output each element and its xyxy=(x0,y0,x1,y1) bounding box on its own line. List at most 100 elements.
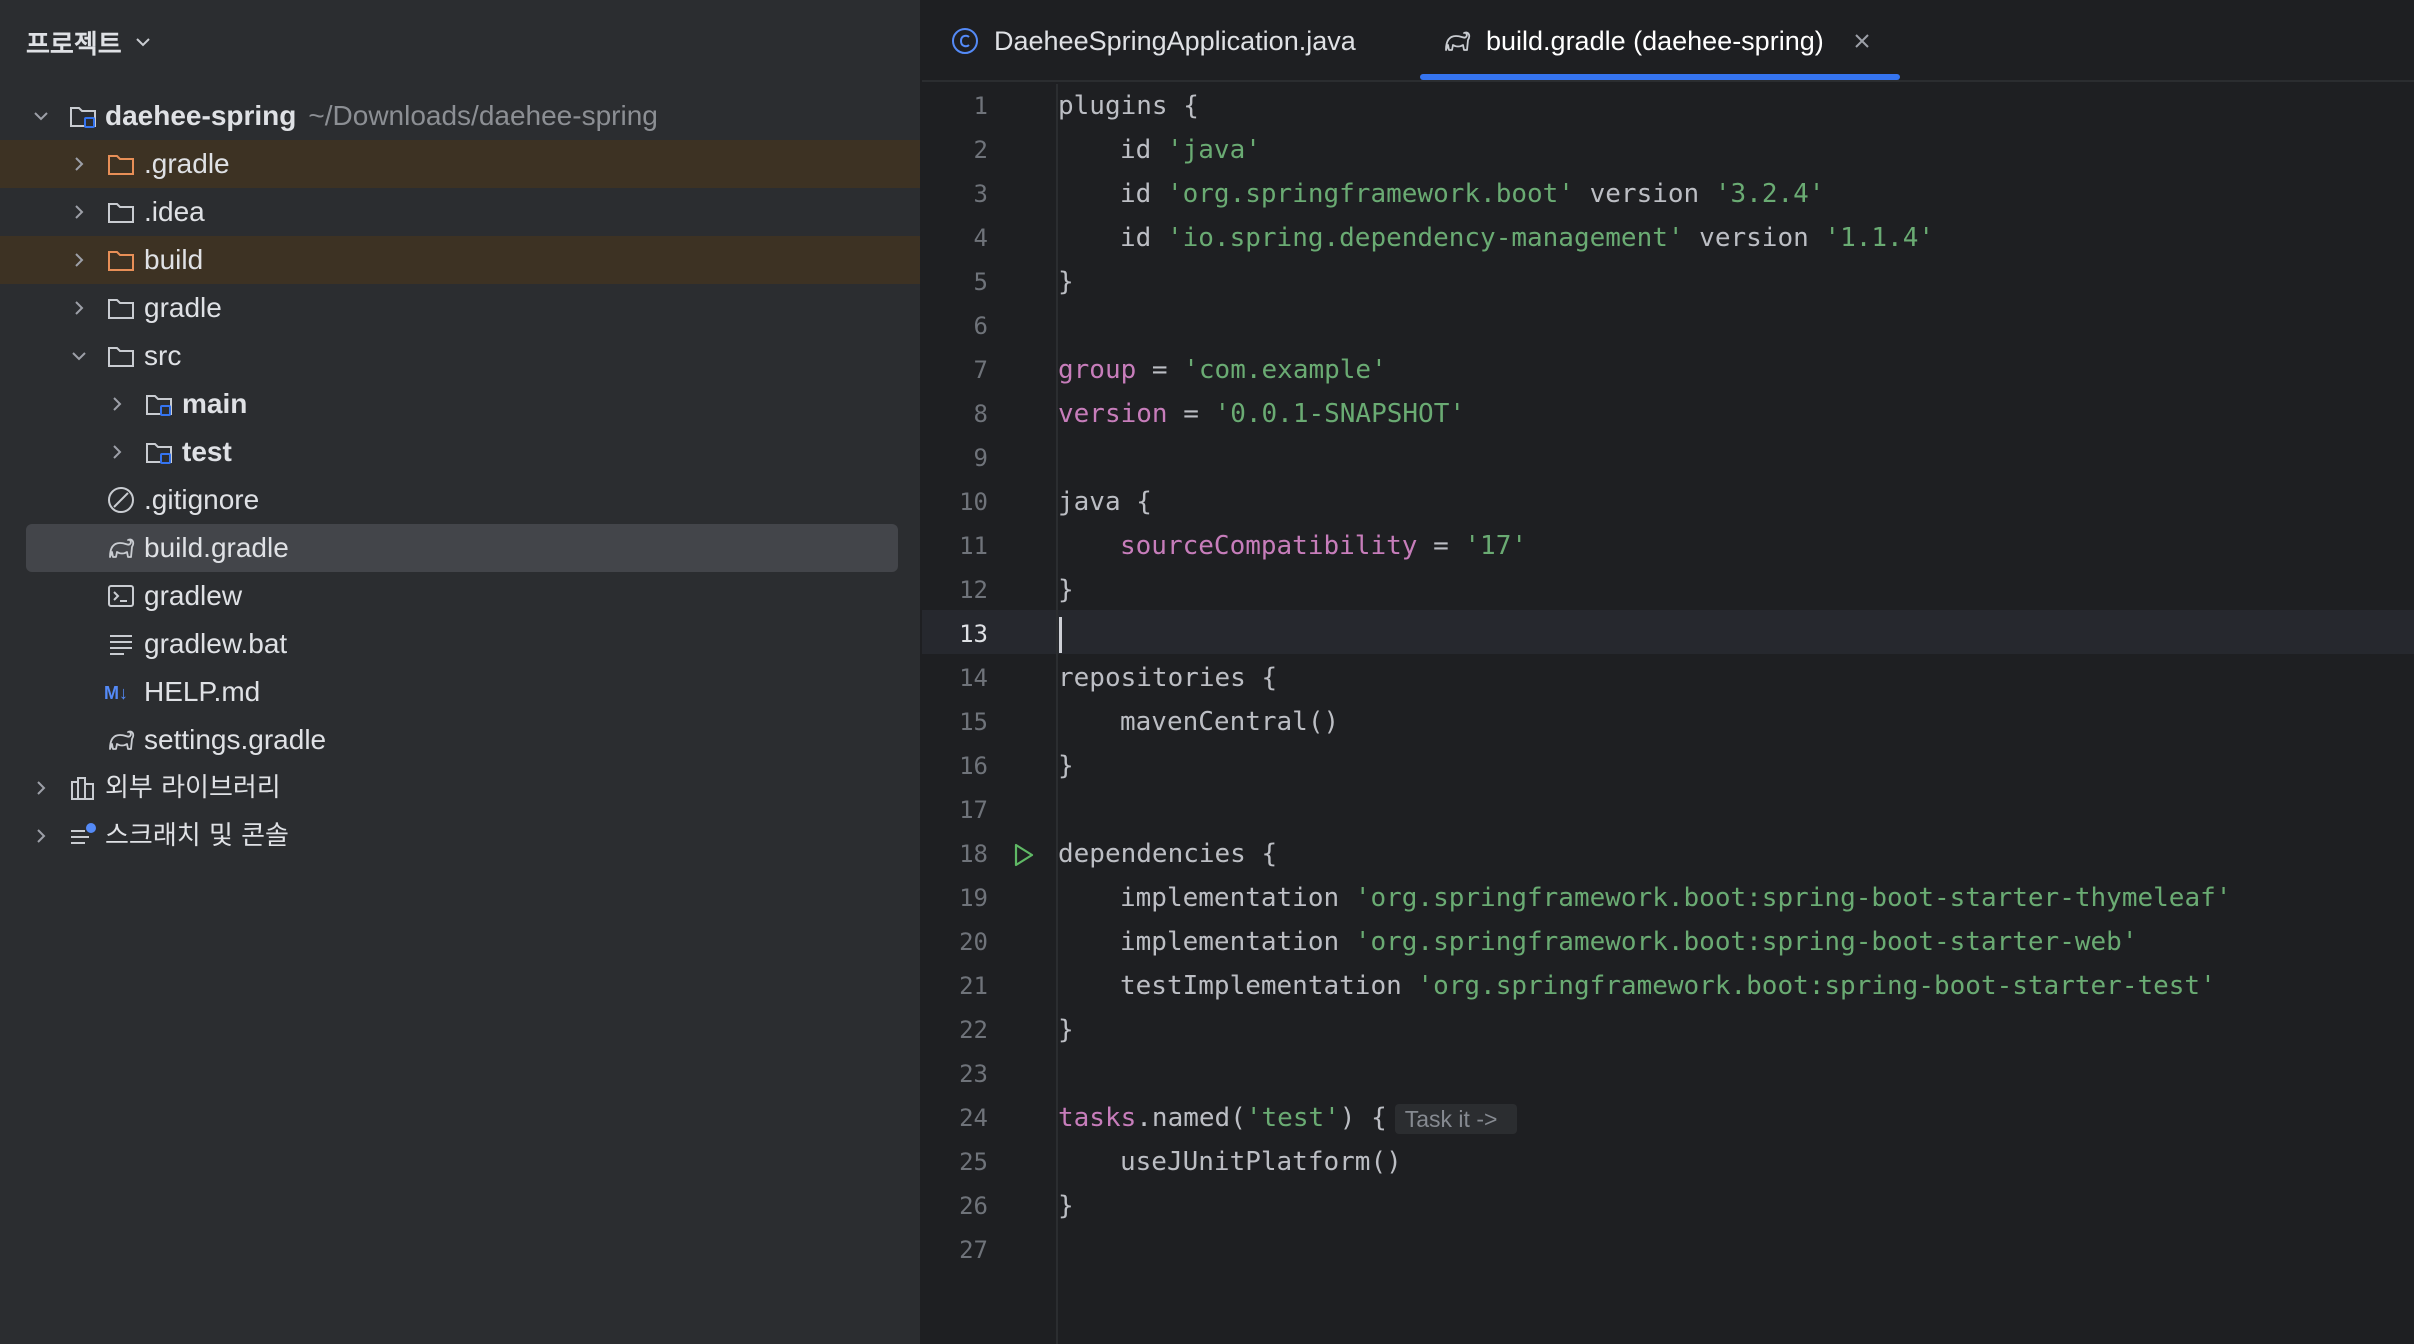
code-string: '17' xyxy=(1464,531,1528,561)
tab-build-gradle[interactable]: build.gradle (daehee-spring) xyxy=(1442,0,1872,82)
tree-item-daehee-spring[interactable]: daehee-spring ~/Downloads/daehee-spring xyxy=(0,92,920,140)
project-path: ~/Downloads/daehee-spring xyxy=(308,100,658,131)
line-number: 13 xyxy=(959,620,988,648)
code-property: group xyxy=(1058,355,1137,385)
code-property: version xyxy=(1058,399,1168,429)
code-line-14[interactable]: repositories { xyxy=(1058,656,2414,700)
tree-item-label: build.gradle xyxy=(144,532,289,563)
tree-item-gradlew-bat[interactable]: gradlew.bat xyxy=(0,620,920,668)
tree-item-label: .idea xyxy=(144,196,205,227)
tree-item-label: settings.gradle xyxy=(144,724,327,755)
code-line-21[interactable]: testImplementation 'org.springframework.… xyxy=(1058,964,2414,1008)
tree-item-help-md[interactable]: M↓ HELP.md xyxy=(0,668,920,716)
code-line-2[interactable]: id 'java' xyxy=(1058,128,2414,172)
code-line-11[interactable]: sourceCompatibility = '17' xyxy=(1058,524,2414,568)
code-line-3[interactable]: id 'org.springframework.boot' version '3… xyxy=(1058,172,2414,216)
chevron-down-icon[interactable] xyxy=(30,105,52,127)
code-line-23[interactable] xyxy=(1058,1052,2414,1096)
code-token: id xyxy=(1120,223,1167,253)
tree-item-label: gradle xyxy=(144,292,222,323)
code-line-4[interactable]: id 'io.spring.dependency-management' ver… xyxy=(1058,216,2414,260)
code-token: = xyxy=(1167,399,1215,429)
code-string: 'org.springframework.boot' xyxy=(1166,179,1574,209)
tree-item-src[interactable]: src xyxy=(0,332,920,380)
code-line-15[interactable]: mavenCentral() xyxy=(1058,700,2414,744)
code-line-27[interactable] xyxy=(1058,1228,2414,1272)
markdown-icon: M↓ xyxy=(104,683,128,703)
gitignore-icon xyxy=(108,487,134,513)
module-folder-icon xyxy=(146,395,172,416)
tree-item-dot-idea[interactable]: .idea xyxy=(0,188,920,236)
line-number: 16 xyxy=(959,752,988,780)
chevron-right-icon[interactable] xyxy=(68,249,90,271)
code-line-19[interactable]: implementation 'org.springframework.boot… xyxy=(1058,876,2414,920)
tab-daehee-spring-application[interactable]: DaeheeSpringApplication.java xyxy=(950,0,1356,82)
line-number: 10 xyxy=(959,488,988,516)
folder-icon xyxy=(108,347,134,367)
line-number: 11 xyxy=(959,532,988,560)
code-token: implementation xyxy=(1120,883,1355,913)
code-token: } xyxy=(1058,1191,1074,1221)
tree-item-gitignore[interactable]: .gitignore xyxy=(0,476,920,524)
chevron-right-icon[interactable] xyxy=(68,297,90,319)
editor-area: DaeheeSpringApplication.java build.gradl… xyxy=(922,0,2414,1344)
chevron-right-icon[interactable] xyxy=(30,825,52,847)
tree-item-main[interactable]: main xyxy=(0,380,920,428)
code-line-18[interactable]: dependencies { xyxy=(1058,832,2414,876)
chevron-right-icon[interactable] xyxy=(30,777,52,799)
code-token: plugins { xyxy=(1058,91,1199,121)
code-line-12[interactable]: } xyxy=(1058,568,2414,612)
tree-item-dot-gradle[interactable]: .gradle xyxy=(0,140,920,188)
tree-item-gradlew[interactable]: gradlew xyxy=(0,572,920,620)
code-string: 'com.example' xyxy=(1183,355,1387,385)
close-icon[interactable] xyxy=(1852,31,1872,51)
tree-item-scratches-consoles[interactable]: 스크래치 및 콘솔 xyxy=(0,812,920,860)
project-view-selector[interactable]: 프로젝트 xyxy=(26,22,154,62)
code-line-7[interactable]: group = 'com.example' xyxy=(1058,348,2414,392)
gradle-elephant-icon xyxy=(109,538,135,558)
code-token: .named( xyxy=(1136,1103,1246,1133)
chevron-right-icon[interactable] xyxy=(68,201,90,223)
code-line-8[interactable]: version = '0.0.1-SNAPSHOT' xyxy=(1058,392,2414,436)
line-number: 9 xyxy=(973,444,988,472)
code-line-16[interactable]: } xyxy=(1058,744,2414,788)
project-tool-window: 프로젝트 daehee-spring ~/Downloads/daehee-spr… xyxy=(0,0,922,1344)
code-line-9[interactable] xyxy=(1058,436,2414,480)
run-gutter-icon[interactable] xyxy=(1010,842,1036,868)
code-line-24[interactable]: tasks.named('test') {Task it -> xyxy=(1058,1096,2414,1140)
module-folder-icon xyxy=(70,107,96,128)
tree-item-gradle[interactable]: gradle xyxy=(0,284,920,332)
tree-item-external-libraries[interactable]: 외부 라이브러리 xyxy=(0,764,920,812)
code-property: sourceCompatibility xyxy=(1120,531,1418,561)
code-token: version xyxy=(1573,179,1715,209)
line-number: 3 xyxy=(973,180,988,208)
line-number: 21 xyxy=(959,972,988,1000)
library-icon xyxy=(71,777,94,800)
gradle-elephant-icon xyxy=(1445,31,1471,51)
tree-item-build[interactable]: build xyxy=(0,236,920,284)
code-line-5[interactable]: } xyxy=(1058,260,2414,304)
line-number: 24 xyxy=(959,1104,988,1132)
tree-item-build-gradle[interactable]: build.gradle xyxy=(26,524,898,572)
line-number-gutter: 1 2 3 4 5 6 7 8 9 10 11 12 13 14 15 16 17 18 19 20 21 22 23 24 2… xyxy=(922,84,1058,1344)
active-tab-indicator xyxy=(1420,74,1900,80)
folder-icon xyxy=(108,299,134,319)
code-line-6[interactable] xyxy=(1058,304,2414,348)
code-line-10[interactable]: java { xyxy=(1058,480,2414,524)
chevron-right-icon[interactable] xyxy=(106,393,128,415)
tree-item-test[interactable]: test xyxy=(0,428,920,476)
code-line-13[interactable] xyxy=(1058,612,2414,656)
code-line-20[interactable]: implementation 'org.springframework.boot… xyxy=(1058,920,2414,964)
code-line-25[interactable]: useJUnitPlatform() xyxy=(1058,1140,2414,1184)
code-line-17[interactable] xyxy=(1058,788,2414,832)
tree-item-label: gradlew.bat xyxy=(144,628,288,659)
chevron-right-icon[interactable] xyxy=(68,153,90,175)
code-line-22[interactable]: } xyxy=(1058,1008,2414,1052)
code-line-26[interactable]: } xyxy=(1058,1184,2414,1228)
tree-item-settings-gradle[interactable]: settings.gradle xyxy=(0,716,920,764)
code-line-1[interactable]: plugins { xyxy=(1058,84,2414,128)
ide-window: 프로젝트 daehee-spring ~/Downloads/daehee-spr… xyxy=(0,0,2414,1344)
chevron-down-icon[interactable] xyxy=(68,345,90,367)
chevron-right-icon[interactable] xyxy=(106,441,128,463)
code-editor[interactable]: plugins { id 'java' id 'org.springframew… xyxy=(1058,84,2414,1272)
